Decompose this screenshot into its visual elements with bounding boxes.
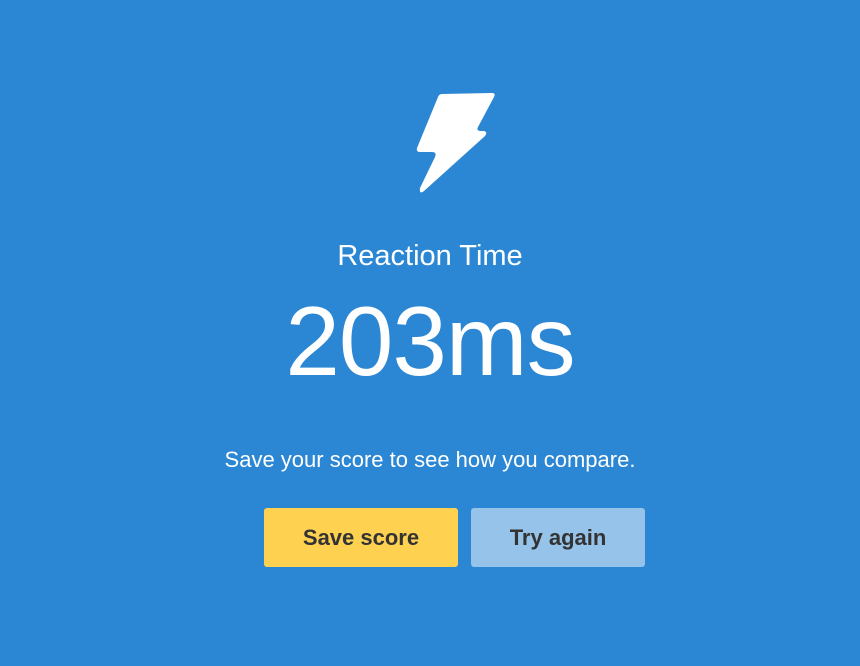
score-value: 203ms: [285, 286, 575, 396]
page-title: Reaction Time: [337, 240, 523, 272]
result-panel: Reaction Time 203ms Save your score to s…: [0, 0, 860, 666]
save-score-button[interactable]: Save score: [264, 508, 458, 567]
lightning-bolt-icon: [414, 91, 496, 193]
try-again-button[interactable]: Try again: [471, 508, 645, 567]
save-prompt-text: Save your score to see how you compare.: [224, 447, 636, 472]
